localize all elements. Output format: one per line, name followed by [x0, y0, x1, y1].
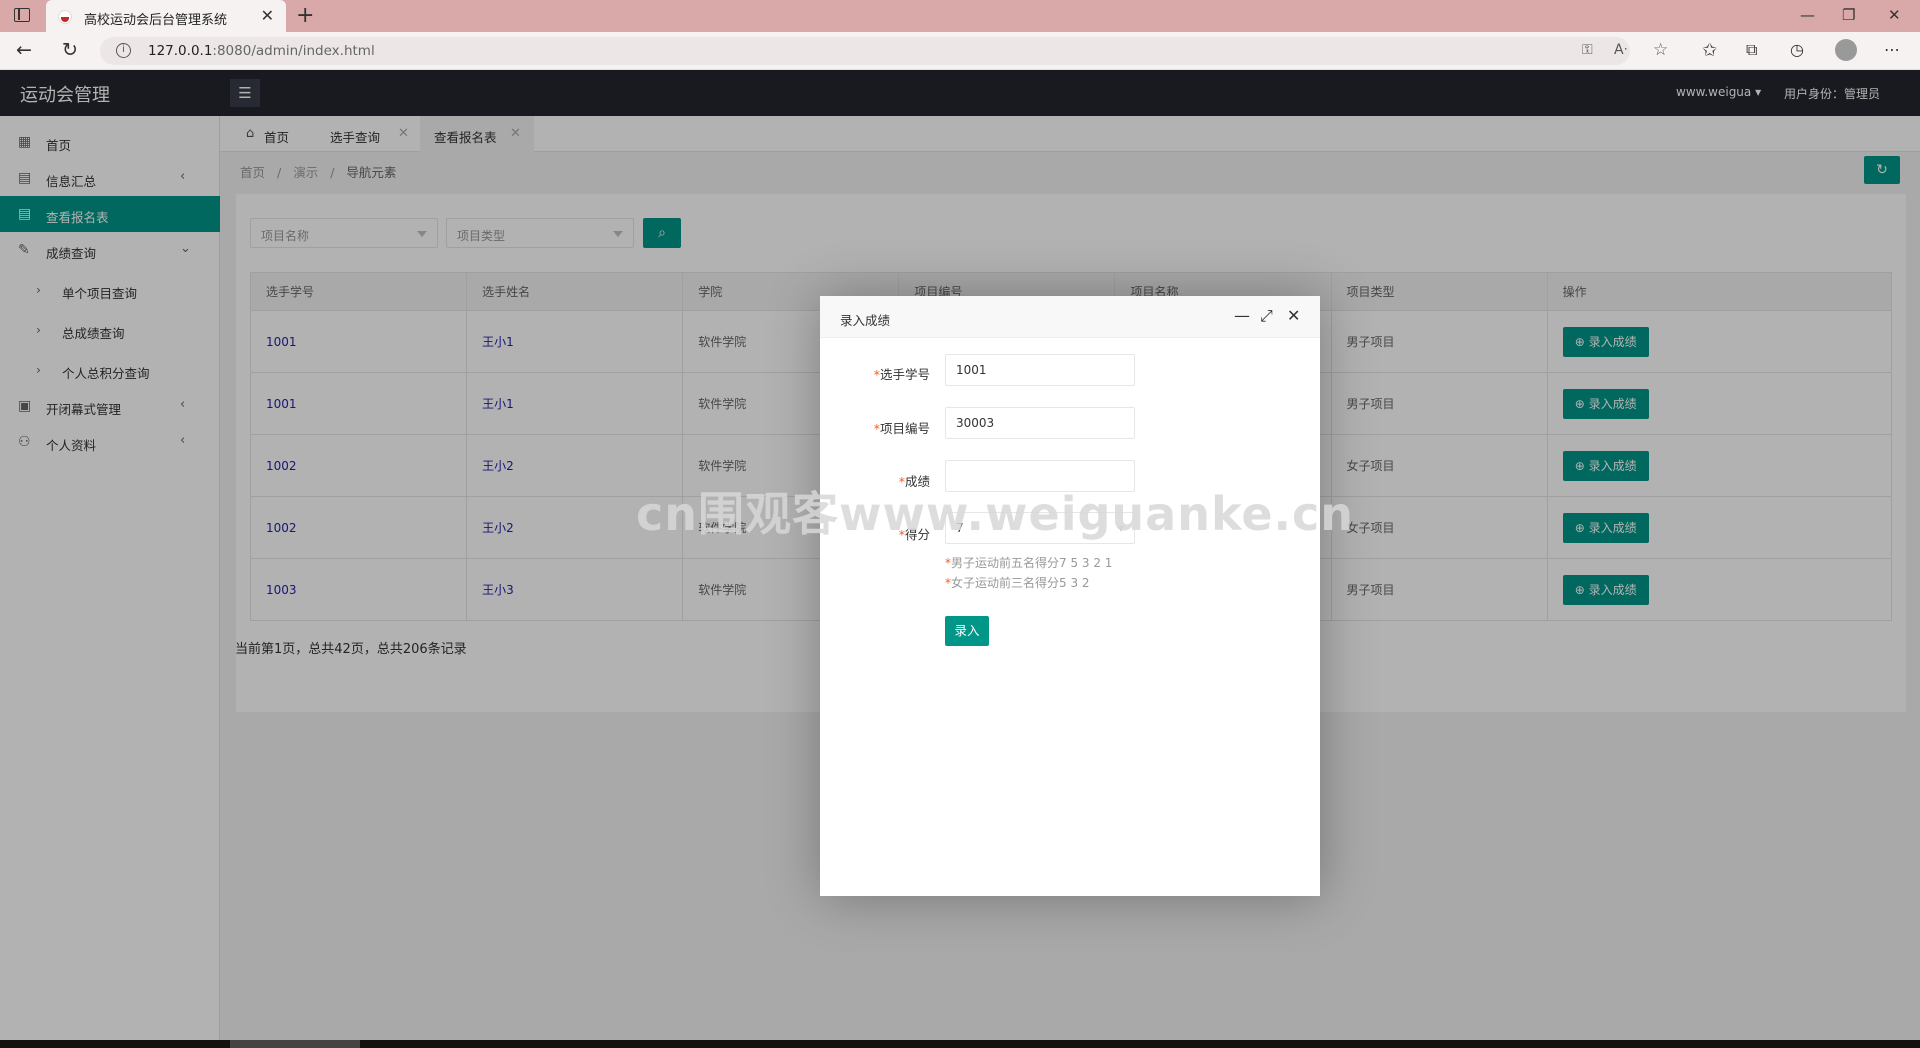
- browser-tab-title: 高校运动会后台管理系统: [84, 13, 228, 28]
- hint-female: *女子运动前三名得分5 3 2: [945, 576, 1090, 590]
- minimize-icon[interactable]: —: [1800, 6, 1815, 24]
- new-tab-icon[interactable]: +: [296, 3, 314, 28]
- close-tab-icon[interactable]: ✕: [261, 6, 274, 25]
- field-label: *选手学号: [873, 367, 930, 382]
- address-bar[interactable]: i 127.0.0.1:8080/admin/index.html ⚿ Aᐧ ☆: [100, 37, 1668, 65]
- history-icon[interactable]: ◷: [1790, 40, 1804, 59]
- project-id-input[interactable]: 30003: [945, 407, 1135, 439]
- dialog-title: 录入成绩: [840, 313, 891, 328]
- browser-tab[interactable]: 高校运动会后台管理系统 ✕: [46, 0, 286, 32]
- hint-male: *男子运动前五名得分7 5 3 2 1: [945, 556, 1113, 570]
- submit-button[interactable]: 录入: [945, 616, 989, 646]
- tab-actions-icon[interactable]: [14, 8, 30, 22]
- watermark: cn围观客www.weiguanke.cn: [636, 487, 1355, 541]
- read-aloud-icon[interactable]: Aᐧ: [1614, 42, 1627, 58]
- reload-icon[interactable]: ↻: [62, 39, 78, 61]
- favicon-icon: [58, 10, 72, 24]
- browser-titlebar: 高校运动会后台管理系统 ✕ + — ❐ ✕: [0, 0, 1920, 32]
- taskbar-item[interactable]: [230, 1040, 360, 1048]
- restore-icon[interactable]: ❐: [1842, 6, 1855, 24]
- more-icon[interactable]: ⋯: [1884, 40, 1900, 59]
- taskbar: [0, 1040, 1920, 1048]
- browser-toolbar: ← ↻ i 127.0.0.1:8080/admin/index.html ⚿ …: [0, 32, 1920, 70]
- favorites-icon[interactable]: ✩: [1702, 40, 1717, 61]
- dialog-header: 录入成绩 — ⤢ ✕: [820, 296, 1320, 338]
- profile-avatar[interactable]: [1835, 39, 1857, 61]
- collections-icon[interactable]: ⧉: [1746, 40, 1757, 60]
- minimize-icon[interactable]: —: [1234, 306, 1250, 325]
- close-window-icon[interactable]: ✕: [1888, 6, 1901, 24]
- field-label: *项目编号: [873, 421, 930, 436]
- key-icon[interactable]: ⚿: [1582, 42, 1593, 58]
- close-icon[interactable]: ✕: [1287, 306, 1300, 325]
- maximize-icon[interactable]: ⤢: [1260, 306, 1273, 326]
- back-icon[interactable]: ←: [16, 39, 32, 61]
- site-info-icon[interactable]: i: [116, 43, 131, 58]
- url-text: 127.0.0.1:8080/admin/index.html: [148, 43, 375, 59]
- add-favorite-icon[interactable]: ☆: [1653, 40, 1668, 60]
- player-id-input[interactable]: 1001: [945, 354, 1135, 386]
- enter-score-dialog: 录入成绩 — ⤢ ✕ *选手学号 1001 *项目编号 30003 *成绩 *得…: [820, 296, 1320, 896]
